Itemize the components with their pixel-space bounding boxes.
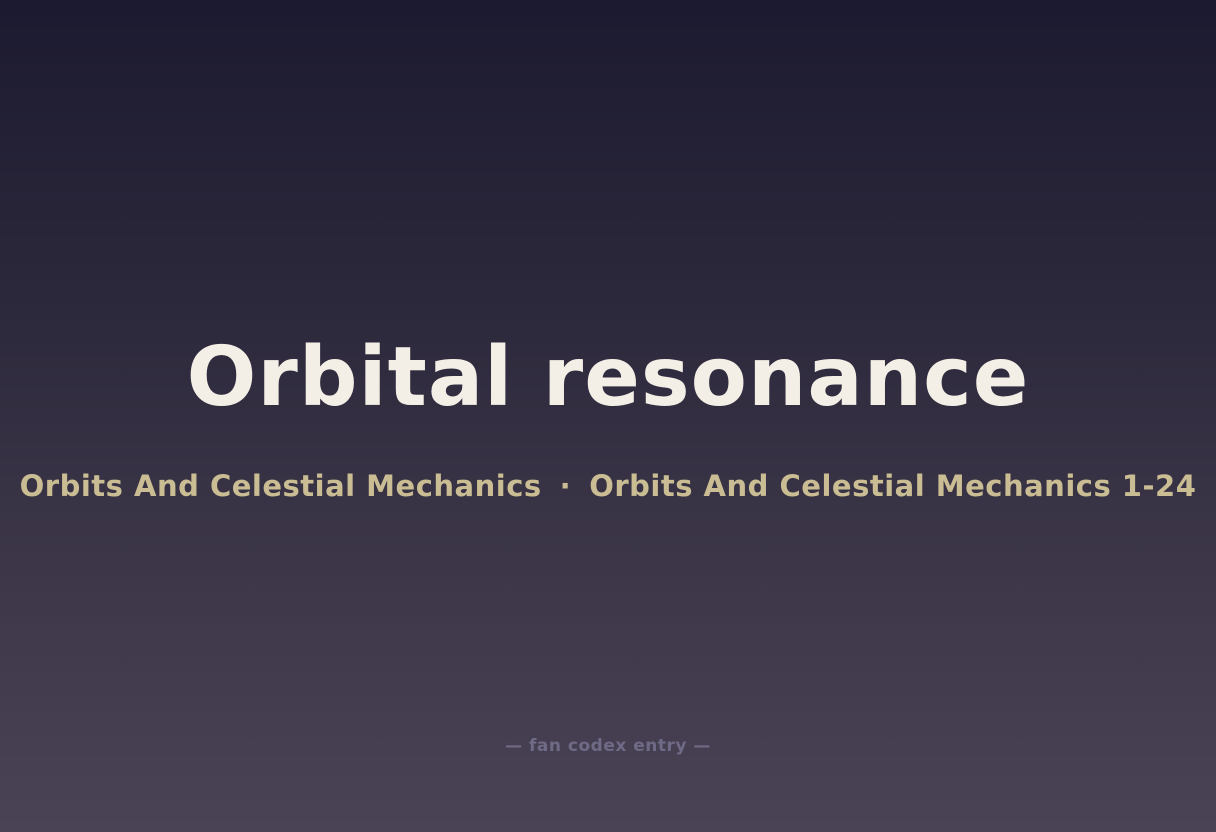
page-title: Orbital resonance [186, 330, 1030, 425]
footer-caption: — fan codex entry — [505, 736, 711, 756]
subtitle-line: Orbits And Celestial Mechanics · Orbits An… [0, 466, 1216, 506]
subtitle-series: Orbits And Celestial Mechanics 1-24 [589, 469, 1197, 503]
subtitle-category: Orbits And Celestial Mechanics [19, 469, 542, 503]
subtitle-separator: · [559, 469, 572, 503]
